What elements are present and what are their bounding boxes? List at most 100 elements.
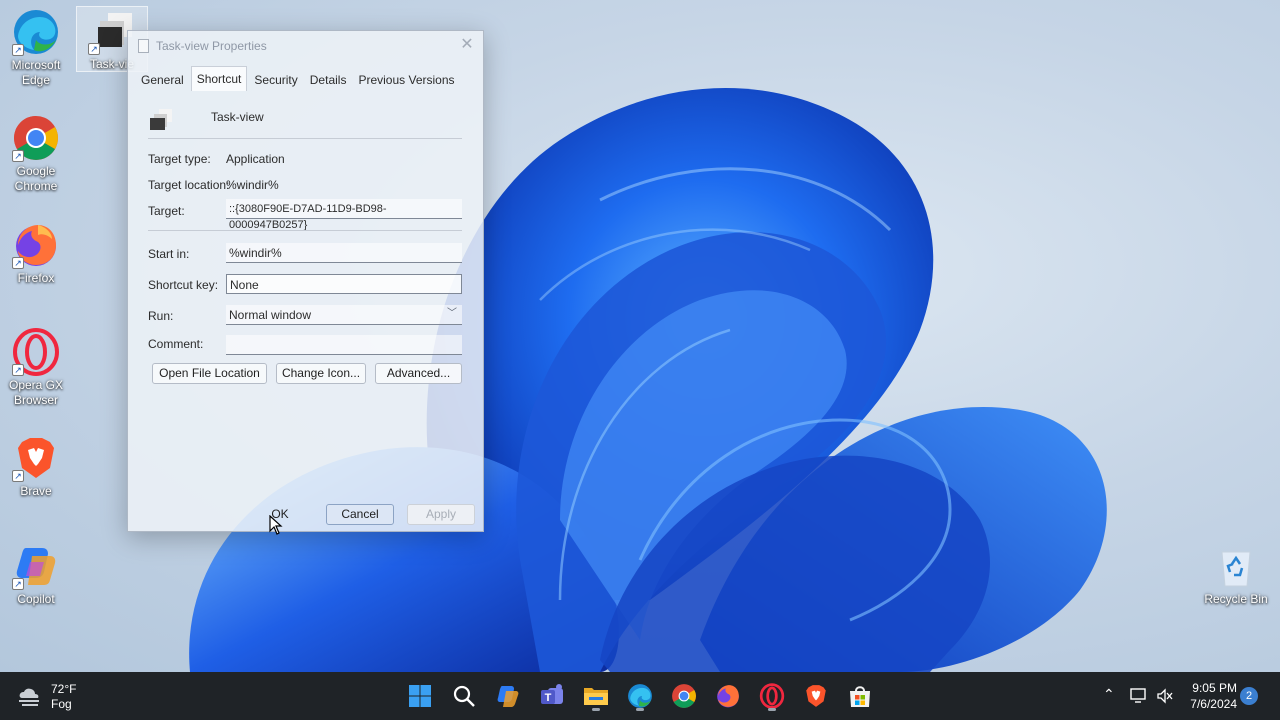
notification-badge[interactable]: 2 — [1240, 687, 1258, 705]
target-label: Target: — [148, 204, 185, 218]
shortcut-arrow-icon: ↗ — [12, 257, 24, 269]
dialog-title: Task-view Properties — [156, 39, 267, 53]
fog-icon — [19, 688, 39, 706]
desktop-icon-label: Brave — [20, 484, 52, 498]
tab-security[interactable]: Security — [249, 69, 302, 91]
taskbar-opera-gx[interactable] — [756, 680, 788, 712]
apply-button[interactable]: Apply — [407, 504, 475, 525]
weather-widget[interactable]: 72°F Fog — [14, 680, 104, 712]
shortcut-arrow-icon: ↗ — [12, 364, 24, 376]
run-select[interactable]: Normal window ﹀ — [226, 305, 462, 325]
edge-icon — [628, 684, 652, 708]
desktop-icon-label: Chrome — [14, 179, 58, 193]
desktop-icon-firefox[interactable]: ↗ Firefox — [0, 221, 72, 286]
shortcut-arrow-icon: ↗ — [12, 150, 24, 162]
target-location-value: %windir% — [226, 178, 279, 192]
shortcut-arrow-icon: ↗ — [88, 43, 100, 55]
search-button[interactable] — [448, 680, 480, 712]
network-icon[interactable] — [1130, 688, 1148, 704]
svg-text:T: T — [545, 692, 552, 704]
task-view-icon — [148, 107, 174, 133]
desktop-icon-copilot[interactable]: ↗ Copilot — [0, 542, 72, 607]
tab-strip: General Shortcut Security Details Previo… — [136, 66, 462, 91]
desktop-icon-chrome[interactable]: ↗ Google Chrome — [0, 114, 72, 194]
tab-shortcut[interactable]: Shortcut — [190, 66, 248, 91]
taskbar-microsoft-store[interactable] — [844, 680, 876, 712]
brave-icon — [806, 685, 826, 707]
start-in-field[interactable]: %windir% — [226, 243, 462, 263]
desktop-icon-label: Browser — [13, 393, 58, 407]
taskbar-chrome[interactable] — [668, 680, 700, 712]
tab-general[interactable]: General — [136, 69, 189, 91]
comment-label: Comment: — [148, 337, 204, 351]
desktop-icon-label: Microsoft — [11, 58, 61, 72]
desktop-icon-opera-gx[interactable]: ↗ Opera GX Browser — [0, 328, 72, 408]
weather-temperature: 72°F — [51, 682, 77, 696]
start-in-label: Start in: — [148, 247, 190, 261]
clock-time: 9:05 PM — [1192, 681, 1237, 695]
close-icon[interactable]: ✕ — [459, 37, 475, 53]
file-explorer-icon — [584, 688, 608, 705]
chevron-down-icon: ﹀ — [447, 308, 457, 319]
document-icon — [138, 39, 149, 53]
separator — [148, 230, 462, 231]
mouse-cursor-icon — [269, 515, 283, 535]
taskbar-firefox[interactable] — [712, 680, 744, 712]
clock-date: 7/6/2024 — [1190, 697, 1237, 711]
shortcut-arrow-icon: ↗ — [12, 44, 24, 56]
recycle-bin-icon — [1212, 542, 1260, 590]
taskbar-copilot[interactable] — [492, 680, 524, 712]
start-button[interactable] — [404, 680, 436, 712]
desktop-icon-recycle-bin[interactable]: Recycle Bin — [1200, 542, 1272, 607]
microsoft-store-icon — [850, 686, 870, 707]
desktop-icon-label: Edge — [21, 73, 51, 87]
change-icon-button[interactable]: Change Icon... — [276, 363, 366, 384]
target-location-label: Target location: — [148, 178, 230, 192]
shortcut-name: Task-view — [211, 110, 264, 124]
desktop-icon-label: Firefox — [17, 271, 55, 285]
start-icon — [409, 685, 431, 707]
teams-icon: T — [541, 684, 563, 704]
shortcut-key-field[interactable]: None — [226, 274, 462, 294]
copilot-icon — [497, 686, 519, 707]
target-type-label: Target type: — [148, 152, 211, 166]
running-indicator — [592, 708, 600, 711]
chrome-icon: ↗ — [12, 114, 60, 162]
edge-icon: ↗ — [12, 8, 60, 56]
run-select-value: Normal window — [229, 308, 312, 322]
comment-field[interactable] — [226, 335, 462, 355]
firefox-icon: ↗ — [12, 221, 60, 269]
taskbar-brave[interactable] — [800, 680, 832, 712]
chrome-icon — [672, 684, 696, 708]
clock[interactable]: 9:05 PM 7/6/2024 — [1190, 680, 1237, 712]
search-icon — [453, 685, 475, 707]
taskbar-teams[interactable]: T — [536, 680, 568, 712]
dialog-titlebar[interactable]: Task-view Properties ✕ — [128, 31, 483, 61]
firefox-icon — [717, 685, 739, 708]
run-label: Run: — [148, 309, 174, 323]
desktop-icon-edge[interactable]: ↗ Microsoft Edge — [0, 8, 72, 88]
properties-dialog: Task-view Properties ✕ General Shortcut … — [127, 30, 484, 532]
running-indicator — [636, 708, 644, 711]
shortcut-arrow-icon: ↗ — [12, 470, 24, 482]
brave-icon: ↗ — [12, 434, 60, 482]
running-indicator — [768, 708, 776, 711]
separator — [148, 138, 462, 139]
desktop-icon-label: Opera GX — [8, 378, 64, 392]
opera-gx-icon — [759, 683, 785, 709]
desktop-icon-label: Recycle Bin — [1204, 592, 1268, 606]
open-file-location-button[interactable]: Open File Location — [152, 363, 267, 384]
taskbar: 72°F Fog T ⌃ 9:05 PM 7/6/2024 2 — [0, 672, 1280, 720]
cancel-button[interactable]: Cancel — [326, 504, 394, 525]
advanced-button[interactable]: Advanced... — [375, 363, 462, 384]
taskbar-file-explorer[interactable] — [580, 680, 612, 712]
weather-condition: Fog — [51, 697, 72, 711]
taskbar-edge[interactable] — [624, 680, 656, 712]
tab-previous-versions[interactable]: Previous Versions — [353, 69, 459, 91]
tab-details[interactable]: Details — [305, 69, 352, 91]
target-field[interactable]: ::{3080F90E-D7AD-11D9-BD98-0000947B0257} — [226, 199, 462, 231]
volume-muted-icon[interactable] — [1156, 688, 1174, 704]
desktop-icon-label: Copilot — [17, 592, 55, 606]
desktop-icon-brave[interactable]: ↗ Brave — [0, 434, 72, 499]
show-hidden-icons-chevron-icon[interactable]: ⌃ — [1103, 686, 1115, 703]
